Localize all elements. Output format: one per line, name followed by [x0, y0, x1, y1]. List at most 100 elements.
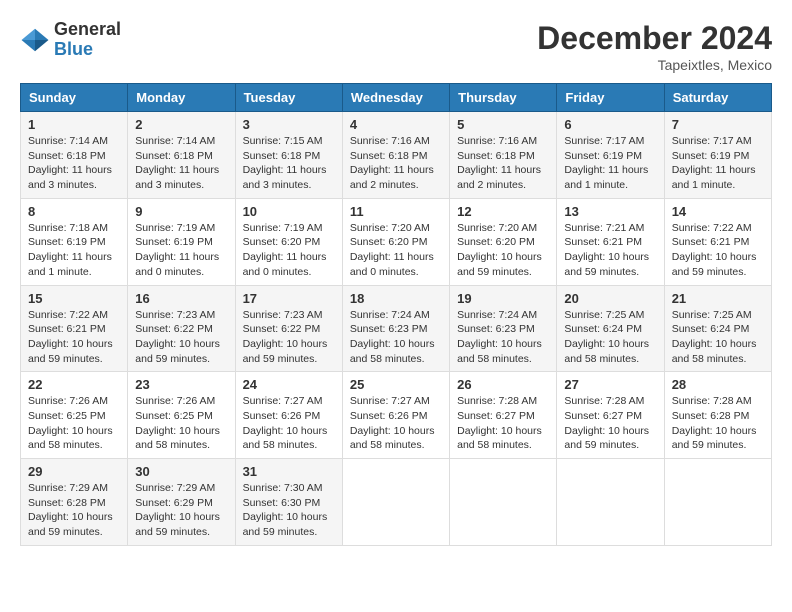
calendar-day-cell: 26 Sunrise: 7:28 AM Sunset: 6:27 PM Dayl…: [450, 372, 557, 459]
logo-general: General: [54, 20, 121, 40]
day-number: 22: [28, 377, 120, 392]
day-info: Sunrise: 7:26 AM Sunset: 6:25 PM Dayligh…: [28, 394, 120, 453]
day-number: 20: [564, 291, 656, 306]
calendar-day-header: Wednesday: [342, 84, 449, 112]
day-number: 14: [672, 204, 764, 219]
day-number: 28: [672, 377, 764, 392]
day-info: Sunrise: 7:25 AM Sunset: 6:24 PM Dayligh…: [564, 308, 656, 367]
day-info: Sunrise: 7:14 AM Sunset: 6:18 PM Dayligh…: [28, 134, 120, 193]
calendar-day-cell: 23 Sunrise: 7:26 AM Sunset: 6:25 PM Dayl…: [128, 372, 235, 459]
day-number: 8: [28, 204, 120, 219]
day-info: Sunrise: 7:27 AM Sunset: 6:26 PM Dayligh…: [350, 394, 442, 453]
calendar-day-cell: 30 Sunrise: 7:29 AM Sunset: 6:29 PM Dayl…: [128, 459, 235, 546]
day-number: 29: [28, 464, 120, 479]
day-number: 7: [672, 117, 764, 132]
day-number: 4: [350, 117, 442, 132]
day-number: 6: [564, 117, 656, 132]
day-number: 13: [564, 204, 656, 219]
logo: General Blue: [20, 20, 121, 60]
day-info: Sunrise: 7:26 AM Sunset: 6:25 PM Dayligh…: [135, 394, 227, 453]
calendar-day-cell: 25 Sunrise: 7:27 AM Sunset: 6:26 PM Dayl…: [342, 372, 449, 459]
calendar-table: SundayMondayTuesdayWednesdayThursdayFrid…: [20, 83, 772, 546]
day-number: 12: [457, 204, 549, 219]
day-info: Sunrise: 7:23 AM Sunset: 6:22 PM Dayligh…: [243, 308, 335, 367]
day-info: Sunrise: 7:14 AM Sunset: 6:18 PM Dayligh…: [135, 134, 227, 193]
day-number: 11: [350, 204, 442, 219]
month-title: December 2024: [537, 20, 772, 57]
day-info: Sunrise: 7:19 AM Sunset: 6:20 PM Dayligh…: [243, 221, 335, 280]
day-info: Sunrise: 7:17 AM Sunset: 6:19 PM Dayligh…: [672, 134, 764, 193]
calendar-day-cell: 1 Sunrise: 7:14 AM Sunset: 6:18 PM Dayli…: [21, 112, 128, 199]
calendar-day-cell: 22 Sunrise: 7:26 AM Sunset: 6:25 PM Dayl…: [21, 372, 128, 459]
calendar-day-cell: 20 Sunrise: 7:25 AM Sunset: 6:24 PM Dayl…: [557, 285, 664, 372]
calendar-day-header: Tuesday: [235, 84, 342, 112]
calendar-day-cell: 18 Sunrise: 7:24 AM Sunset: 6:23 PM Dayl…: [342, 285, 449, 372]
calendar-week-row: 29 Sunrise: 7:29 AM Sunset: 6:28 PM Dayl…: [21, 459, 772, 546]
day-info: Sunrise: 7:22 AM Sunset: 6:21 PM Dayligh…: [672, 221, 764, 280]
calendar-day-cell: 12 Sunrise: 7:20 AM Sunset: 6:20 PM Dayl…: [450, 198, 557, 285]
calendar-day-cell: 5 Sunrise: 7:16 AM Sunset: 6:18 PM Dayli…: [450, 112, 557, 199]
calendar-day-cell: 15 Sunrise: 7:22 AM Sunset: 6:21 PM Dayl…: [21, 285, 128, 372]
day-number: 16: [135, 291, 227, 306]
day-info: Sunrise: 7:20 AM Sunset: 6:20 PM Dayligh…: [457, 221, 549, 280]
calendar-day-cell: 2 Sunrise: 7:14 AM Sunset: 6:18 PM Dayli…: [128, 112, 235, 199]
day-info: Sunrise: 7:28 AM Sunset: 6:28 PM Dayligh…: [672, 394, 764, 453]
day-info: Sunrise: 7:29 AM Sunset: 6:29 PM Dayligh…: [135, 481, 227, 540]
day-info: Sunrise: 7:20 AM Sunset: 6:20 PM Dayligh…: [350, 221, 442, 280]
calendar-day-cell: 11 Sunrise: 7:20 AM Sunset: 6:20 PM Dayl…: [342, 198, 449, 285]
calendar-day-cell: 7 Sunrise: 7:17 AM Sunset: 6:19 PM Dayli…: [664, 112, 771, 199]
calendar-day-cell: 6 Sunrise: 7:17 AM Sunset: 6:19 PM Dayli…: [557, 112, 664, 199]
day-number: 21: [672, 291, 764, 306]
page-header: General Blue December 2024 Tapeixtles, M…: [20, 20, 772, 73]
day-number: 5: [457, 117, 549, 132]
day-info: Sunrise: 7:16 AM Sunset: 6:18 PM Dayligh…: [457, 134, 549, 193]
calendar-day-cell: 3 Sunrise: 7:15 AM Sunset: 6:18 PM Dayli…: [235, 112, 342, 199]
day-info: Sunrise: 7:28 AM Sunset: 6:27 PM Dayligh…: [457, 394, 549, 453]
day-info: Sunrise: 7:15 AM Sunset: 6:18 PM Dayligh…: [243, 134, 335, 193]
calendar-header-row: SundayMondayTuesdayWednesdayThursdayFrid…: [21, 84, 772, 112]
day-number: 9: [135, 204, 227, 219]
calendar-day-header: Thursday: [450, 84, 557, 112]
calendar-day-cell: 10 Sunrise: 7:19 AM Sunset: 6:20 PM Dayl…: [235, 198, 342, 285]
day-number: 18: [350, 291, 442, 306]
day-number: 25: [350, 377, 442, 392]
calendar-day-cell: [342, 459, 449, 546]
day-number: 23: [135, 377, 227, 392]
calendar-day-header: Sunday: [21, 84, 128, 112]
day-info: Sunrise: 7:18 AM Sunset: 6:19 PM Dayligh…: [28, 221, 120, 280]
location: Tapeixtles, Mexico: [537, 57, 772, 73]
day-info: Sunrise: 7:19 AM Sunset: 6:19 PM Dayligh…: [135, 221, 227, 280]
calendar-day-cell: 16 Sunrise: 7:23 AM Sunset: 6:22 PM Dayl…: [128, 285, 235, 372]
calendar-day-cell: 29 Sunrise: 7:29 AM Sunset: 6:28 PM Dayl…: [21, 459, 128, 546]
calendar-day-cell: 14 Sunrise: 7:22 AM Sunset: 6:21 PM Dayl…: [664, 198, 771, 285]
logo-blue: Blue: [54, 40, 121, 60]
day-number: 26: [457, 377, 549, 392]
day-number: 17: [243, 291, 335, 306]
day-info: Sunrise: 7:17 AM Sunset: 6:19 PM Dayligh…: [564, 134, 656, 193]
day-info: Sunrise: 7:27 AM Sunset: 6:26 PM Dayligh…: [243, 394, 335, 453]
calendar-day-cell: 21 Sunrise: 7:25 AM Sunset: 6:24 PM Dayl…: [664, 285, 771, 372]
calendar-day-cell: 9 Sunrise: 7:19 AM Sunset: 6:19 PM Dayli…: [128, 198, 235, 285]
day-number: 10: [243, 204, 335, 219]
calendar-day-cell: 31 Sunrise: 7:30 AM Sunset: 6:30 PM Dayl…: [235, 459, 342, 546]
calendar-day-cell: 4 Sunrise: 7:16 AM Sunset: 6:18 PM Dayli…: [342, 112, 449, 199]
day-info: Sunrise: 7:21 AM Sunset: 6:21 PM Dayligh…: [564, 221, 656, 280]
calendar-day-cell: [557, 459, 664, 546]
calendar-day-cell: 24 Sunrise: 7:27 AM Sunset: 6:26 PM Dayl…: [235, 372, 342, 459]
calendar-week-row: 8 Sunrise: 7:18 AM Sunset: 6:19 PM Dayli…: [21, 198, 772, 285]
calendar-day-cell: 17 Sunrise: 7:23 AM Sunset: 6:22 PM Dayl…: [235, 285, 342, 372]
calendar-day-cell: 19 Sunrise: 7:24 AM Sunset: 6:23 PM Dayl…: [450, 285, 557, 372]
calendar-day-cell: 28 Sunrise: 7:28 AM Sunset: 6:28 PM Dayl…: [664, 372, 771, 459]
day-info: Sunrise: 7:28 AM Sunset: 6:27 PM Dayligh…: [564, 394, 656, 453]
day-number: 31: [243, 464, 335, 479]
day-number: 24: [243, 377, 335, 392]
day-info: Sunrise: 7:22 AM Sunset: 6:21 PM Dayligh…: [28, 308, 120, 367]
calendar-day-cell: 27 Sunrise: 7:28 AM Sunset: 6:27 PM Dayl…: [557, 372, 664, 459]
day-number: 30: [135, 464, 227, 479]
calendar-day-header: Friday: [557, 84, 664, 112]
day-number: 3: [243, 117, 335, 132]
calendar-week-row: 15 Sunrise: 7:22 AM Sunset: 6:21 PM Dayl…: [21, 285, 772, 372]
calendar-day-header: Monday: [128, 84, 235, 112]
day-number: 27: [564, 377, 656, 392]
day-info: Sunrise: 7:24 AM Sunset: 6:23 PM Dayligh…: [350, 308, 442, 367]
